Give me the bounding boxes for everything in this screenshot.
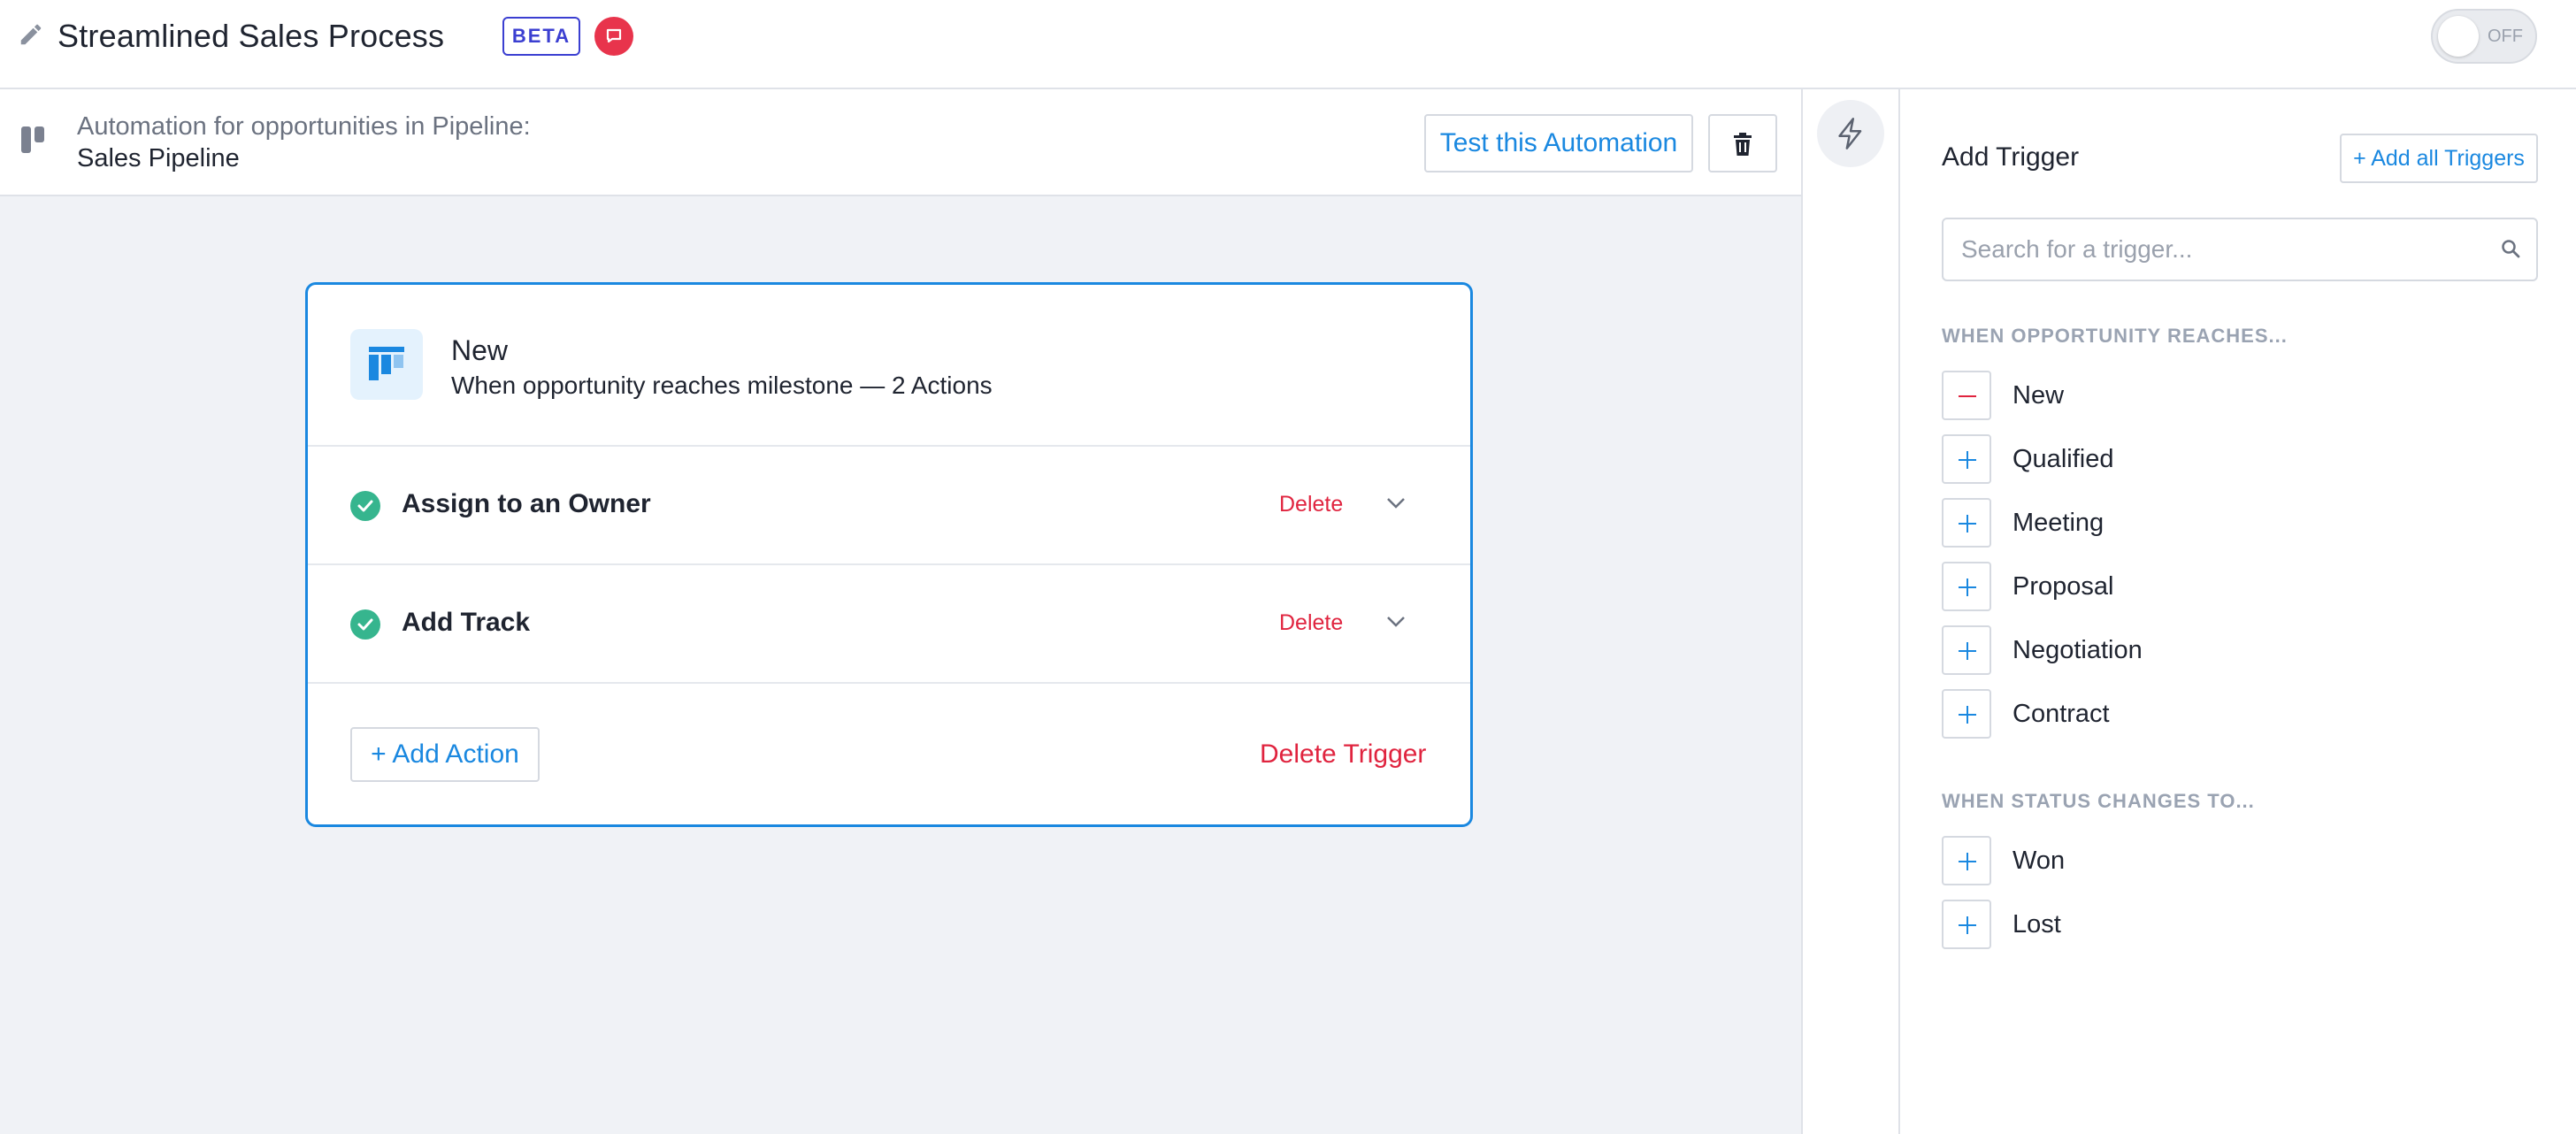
pipeline-name: Sales Pipeline	[77, 144, 240, 172]
delete-action-link[interactable]: Delete	[1279, 610, 1343, 636]
trigger-label: Qualified	[2012, 445, 2114, 473]
automation-title[interactable]: Streamlined Sales Process	[58, 18, 444, 55]
add-action-button[interactable]: + Add Action	[350, 727, 540, 782]
add-trigger-button[interactable]	[1942, 434, 1991, 484]
chat-icon	[606, 28, 622, 43]
delete-automation-button[interactable]	[1708, 114, 1777, 172]
beta-badge: BETA	[502, 17, 580, 56]
feedback-button[interactable]	[594, 17, 633, 56]
trigger-search-input[interactable]	[1942, 218, 2538, 281]
trigger-item-negotiation: Negotiation	[1942, 625, 2538, 677]
milestone-icon	[350, 329, 423, 400]
chevron-down-icon[interactable]	[1385, 615, 1407, 633]
chevron-down-icon[interactable]	[1385, 496, 1407, 515]
pencil-icon[interactable]	[18, 21, 44, 48]
add-trigger-button[interactable]	[1942, 562, 1991, 611]
trash-icon	[1734, 133, 1752, 156]
trigger-card-header: New When opportunity reaches milestone —…	[308, 285, 1470, 447]
section-label-opportunity: WHEN OPPORTUNITY REACHES...	[1942, 325, 2288, 347]
toggle-knob	[2438, 16, 2479, 57]
pipeline-icon	[21, 126, 46, 157]
panel-title: Add Trigger	[1942, 142, 2080, 172]
trigger-rail	[1801, 89, 1900, 1134]
action-row[interactable]: Assign to an Owner Delete	[308, 447, 1470, 565]
trigger-label: New	[2012, 381, 2065, 410]
trigger-label: Won	[2012, 847, 2066, 875]
top-bar: Streamlined Sales Process BETA OFF	[0, 0, 2576, 89]
trigger-label: Meeting	[2012, 509, 2104, 537]
trigger-item-proposal: Proposal	[1942, 562, 2538, 613]
add-all-triggers-button[interactable]: + Add all Triggers	[2340, 134, 2538, 183]
search-icon	[2500, 238, 2521, 264]
trigger-label: Lost	[2012, 910, 2061, 939]
action-label: Assign to an Owner	[402, 489, 651, 518]
action-label: Add Track	[402, 608, 531, 637]
add-trigger-button[interactable]	[1942, 900, 1991, 949]
trigger-item-meeting: Meeting	[1942, 498, 2538, 549]
automation-canvas: Automation for opportunities in Pipeline…	[0, 89, 1801, 1134]
test-automation-button[interactable]: Test this Automation	[1424, 114, 1693, 172]
add-trigger-button[interactable]	[1942, 836, 1991, 885]
automation-toggle[interactable]: OFF	[2431, 9, 2537, 64]
triggers-toggle-button[interactable]	[1817, 100, 1884, 167]
lightning-icon	[1838, 118, 1862, 149]
trigger-item-won: Won	[1942, 836, 2538, 887]
add-trigger-button[interactable]	[1942, 625, 1991, 675]
trigger-label: Contract	[2012, 700, 2110, 728]
check-circle-icon	[350, 609, 380, 640]
add-trigger-button[interactable]	[1942, 689, 1991, 739]
trigger-label: Proposal	[2012, 572, 2114, 601]
automation-subheader: Automation for opportunities in Pipeline…	[0, 89, 1801, 196]
remove-trigger-button[interactable]	[1942, 371, 1991, 420]
trigger-item-qualified: Qualified	[1942, 434, 2538, 486]
action-row[interactable]: Add Track Delete	[308, 565, 1470, 684]
add-trigger-button[interactable]	[1942, 498, 1991, 548]
section-label-status: WHEN STATUS CHANGES TO...	[1942, 790, 2255, 812]
toggle-state-label: OFF	[2488, 27, 2523, 46]
trigger-subtitle: When opportunity reaches milestone — 2 A…	[451, 372, 993, 399]
add-trigger-panel: Add Trigger + Add all Triggers WHEN OPPO…	[1900, 89, 2576, 1134]
delete-trigger-link[interactable]: Delete Trigger	[1260, 739, 1426, 770]
trigger-item-contract: Contract	[1942, 689, 2538, 740]
trigger-label: Negotiation	[2012, 636, 2143, 664]
trigger-card: New When opportunity reaches milestone —…	[305, 282, 1473, 827]
pipeline-context-label: Automation for opportunities in Pipeline…	[77, 112, 531, 141]
delete-action-link[interactable]: Delete	[1279, 492, 1343, 517]
check-circle-icon	[350, 491, 380, 521]
trigger-item-new: New	[1942, 371, 2538, 422]
trigger-item-lost: Lost	[1942, 900, 2538, 951]
trigger-title: New	[451, 334, 509, 366]
